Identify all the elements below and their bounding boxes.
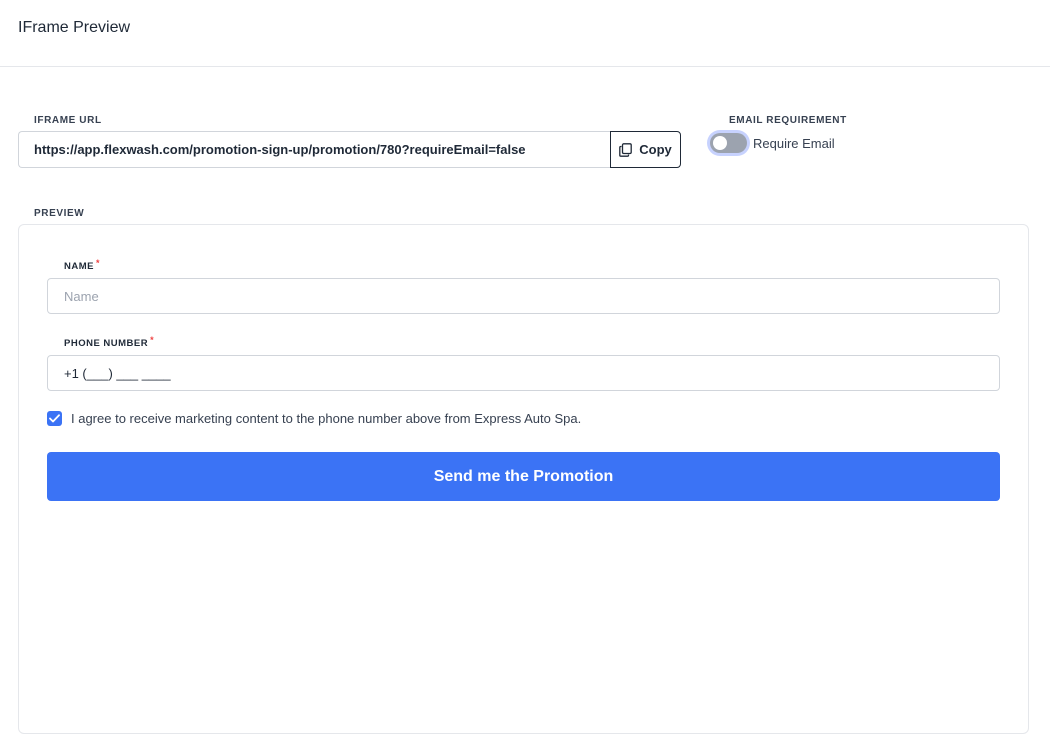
name-field-label: NAME *: [64, 258, 100, 272]
send-promotion-button[interactable]: Send me the Promotion: [47, 452, 1000, 501]
iframe-url-label: IFRAME URL: [34, 115, 102, 126]
consent-checkbox[interactable]: [47, 411, 62, 426]
copy-button-label: Copy: [639, 142, 672, 157]
page-title: IFrame Preview: [18, 19, 131, 36]
iframe-url-input[interactable]: [18, 131, 610, 168]
preview-panel: NAME* PHONE NUMBER* I agree to receive m…: [18, 224, 1029, 734]
name-label-text: NAME: [64, 261, 94, 272]
require-email-toggle[interactable]: [710, 133, 747, 153]
phone-input[interactable]: [47, 355, 1000, 391]
require-email-label: Require Email: [753, 135, 835, 151]
phone-field-label: PHONE NUMBER *: [64, 335, 155, 349]
phone-required-mark: *: [150, 335, 155, 345]
iframe-url-group: Copy: [18, 131, 681, 168]
require-email-row: Require Email: [710, 133, 835, 153]
name-required-mark: *: [95, 258, 100, 268]
consent-row: I agree to receive marketing content to …: [47, 411, 581, 426]
copy-icon: [619, 142, 633, 157]
email-requirement-label: EMAIL REQUIREMENT: [729, 115, 847, 126]
preview-label: PREVIEW: [34, 208, 85, 219]
name-input[interactable]: [47, 278, 1000, 314]
phone-label-text: PHONE NUMBER: [64, 338, 149, 349]
checkmark-icon: [49, 414, 60, 423]
toggle-knob: [713, 136, 727, 150]
consent-text: I agree to receive marketing content to …: [71, 411, 582, 426]
copy-button[interactable]: Copy: [610, 131, 681, 168]
page-header: IFrame Preview: [0, 0, 1050, 67]
